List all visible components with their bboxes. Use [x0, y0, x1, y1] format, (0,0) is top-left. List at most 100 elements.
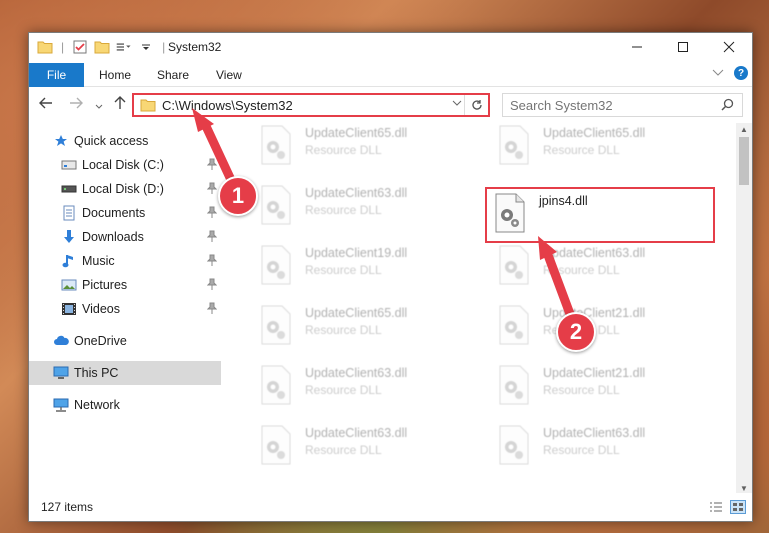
file-type: Resource DLL: [305, 323, 382, 337]
scroll-down-icon[interactable]: ▼: [740, 484, 748, 493]
pin-icon[interactable]: [206, 302, 218, 317]
pin-icon[interactable]: [206, 278, 218, 293]
file-item[interactable]: UpdateClient19.dll Resource DLL: [253, 241, 483, 297]
sidebar-item-label: Music: [82, 254, 115, 268]
sidebar-item-quick-access[interactable]: Quick access: [29, 129, 221, 153]
file-item[interactable]: UpdateClient63.dll Resource DLL: [253, 181, 483, 237]
file-name: UpdateClient63.dll: [305, 186, 408, 200]
search-box[interactable]: [502, 93, 743, 117]
sidebar-item-label: Local Disk (D:): [82, 182, 164, 196]
dll-file-icon: [259, 305, 293, 345]
scroll-up-icon[interactable]: ▲: [740, 125, 748, 134]
folder-icon[interactable]: [37, 39, 53, 55]
file-name: UpdateClient19.dll: [305, 246, 408, 260]
sidebar-item-local-disk-d[interactable]: Local Disk (D:): [29, 177, 221, 201]
file-item[interactable]: UpdateClient63.dll Resource DLL: [491, 241, 721, 297]
file-list: UpdateClient65.dll Resource DLL UpdateCl…: [221, 123, 738, 495]
sidebar-item-pictures[interactable]: Pictures: [29, 273, 221, 297]
sidebar-item-documents[interactable]: Documents: [29, 201, 221, 225]
details-view-icon[interactable]: [708, 500, 724, 514]
back-button[interactable]: [39, 96, 53, 112]
new-folder-icon[interactable]: [94, 39, 110, 55]
pin-icon[interactable]: [206, 206, 218, 221]
drive-icon: [61, 157, 77, 173]
file-item[interactable]: UpdateClient65.dll Resource DLL: [253, 301, 483, 357]
dll-file-icon: [497, 245, 531, 285]
file-item[interactable]: UpdateClient63.dll Resource DLL: [253, 361, 483, 417]
file-name: UpdateClient63.dll: [543, 426, 646, 440]
sidebar-item-downloads[interactable]: Downloads: [29, 225, 221, 249]
sidebar-item-videos[interactable]: Videos: [29, 297, 221, 321]
scrollbar-thumb[interactable]: [739, 137, 749, 185]
sidebar-item-onedrive[interactable]: OneDrive: [29, 329, 221, 353]
search-icon[interactable]: [721, 98, 734, 114]
file-type: Resource DLL: [305, 383, 382, 397]
ribbon-right-controls: ?: [712, 66, 748, 80]
navigation-pane: Quick access Local Disk (C:) Local Disk …: [29, 123, 221, 495]
file-name: UpdateClient63.dll: [305, 426, 408, 440]
recent-locations-button[interactable]: [95, 98, 103, 114]
pin-icon[interactable]: [206, 230, 218, 245]
explorer-window: | | System32 File Home Share View ? C:\W…: [28, 32, 753, 522]
forward-button[interactable]: [69, 96, 83, 112]
sidebar-item-label: Network: [74, 398, 120, 412]
pin-icon[interactable]: [206, 254, 218, 269]
refresh-button[interactable]: [464, 95, 488, 115]
sidebar-item-label: Pictures: [82, 278, 128, 292]
title-separator: |: [162, 40, 166, 54]
sidebar-item-label: Local Disk (C:): [82, 158, 164, 172]
file-item[interactable]: UpdateClient63.dll Resource DLL: [253, 421, 483, 477]
file-name: UpdateClient21.dll: [543, 366, 646, 380]
pin-icon[interactable]: [206, 158, 218, 173]
file-type: Resource DLL: [305, 143, 382, 157]
minimize-button[interactable]: [614, 33, 660, 61]
sidebar-item-music[interactable]: Music: [29, 249, 221, 273]
file-name: UpdateClient65.dll: [305, 126, 408, 140]
file-item[interactable]: UpdateClient21.dll Resource DLL: [491, 361, 721, 417]
file-item[interactable]: UpdateClient63.dll Resource DLL: [491, 421, 721, 477]
dll-file-icon: [497, 305, 531, 345]
star-icon: [53, 133, 69, 149]
file-item[interactable]: UpdateClient65.dll Resource DLL: [253, 123, 483, 177]
chevron-down-icon: [95, 104, 103, 109]
search-input[interactable]: [510, 97, 710, 113]
chevron-down-icon[interactable]: [138, 39, 154, 55]
status-bar: 127 items: [29, 493, 752, 521]
file-type: Resource DLL: [543, 443, 620, 457]
file-item[interactable]: UpdateClient21.dll Resource DLL: [491, 301, 721, 357]
tiles-view-icon[interactable]: [730, 500, 746, 514]
sidebar-item-network[interactable]: Network: [29, 393, 221, 417]
download-icon: [61, 229, 77, 245]
file-type: Resource DLL: [543, 143, 620, 157]
file-item[interactable]: UpdateClient65.dll Resource DLL: [491, 123, 721, 177]
tab-file[interactable]: File: [29, 63, 84, 87]
address-bar[interactable]: C:\Windows\System32: [132, 93, 490, 117]
documents-icon: [61, 205, 77, 221]
arrow-right-icon: [70, 97, 83, 109]
quick-access-toolbar: | |: [37, 39, 167, 55]
cloud-icon: [53, 333, 69, 349]
file-type: Resource DLL: [543, 383, 620, 397]
tab-share[interactable]: Share: [157, 63, 189, 87]
file-item-jpins4[interactable]: jpins4.dll: [485, 187, 715, 243]
file-name: UpdateClient65.dll: [305, 306, 408, 320]
sidebar-item-this-pc[interactable]: This PC: [29, 361, 221, 385]
pin-icon[interactable]: [206, 182, 218, 197]
file-name: UpdateClient63.dll: [543, 246, 646, 260]
expand-ribbon-icon[interactable]: [712, 66, 724, 80]
help-icon[interactable]: ?: [734, 66, 748, 80]
tab-home[interactable]: Home: [99, 63, 131, 87]
tab-view[interactable]: View: [216, 63, 242, 87]
vertical-scrollbar[interactable]: ▲ ▼: [736, 123, 752, 495]
sidebar-item-label: OneDrive: [74, 334, 127, 348]
file-name: UpdateClient63.dll: [305, 366, 408, 380]
sidebar-item-local-disk-c[interactable]: Local Disk (C:): [29, 153, 221, 177]
dll-file-icon: [259, 365, 293, 405]
customize-toolbar-icon[interactable]: [116, 39, 132, 55]
maximize-button[interactable]: [660, 33, 706, 61]
up-button[interactable]: [114, 96, 126, 113]
address-dropdown-button[interactable]: [452, 98, 462, 111]
close-button[interactable]: [706, 33, 752, 61]
address-path: C:\Windows\System32: [162, 97, 293, 113]
properties-icon[interactable]: [72, 39, 88, 55]
